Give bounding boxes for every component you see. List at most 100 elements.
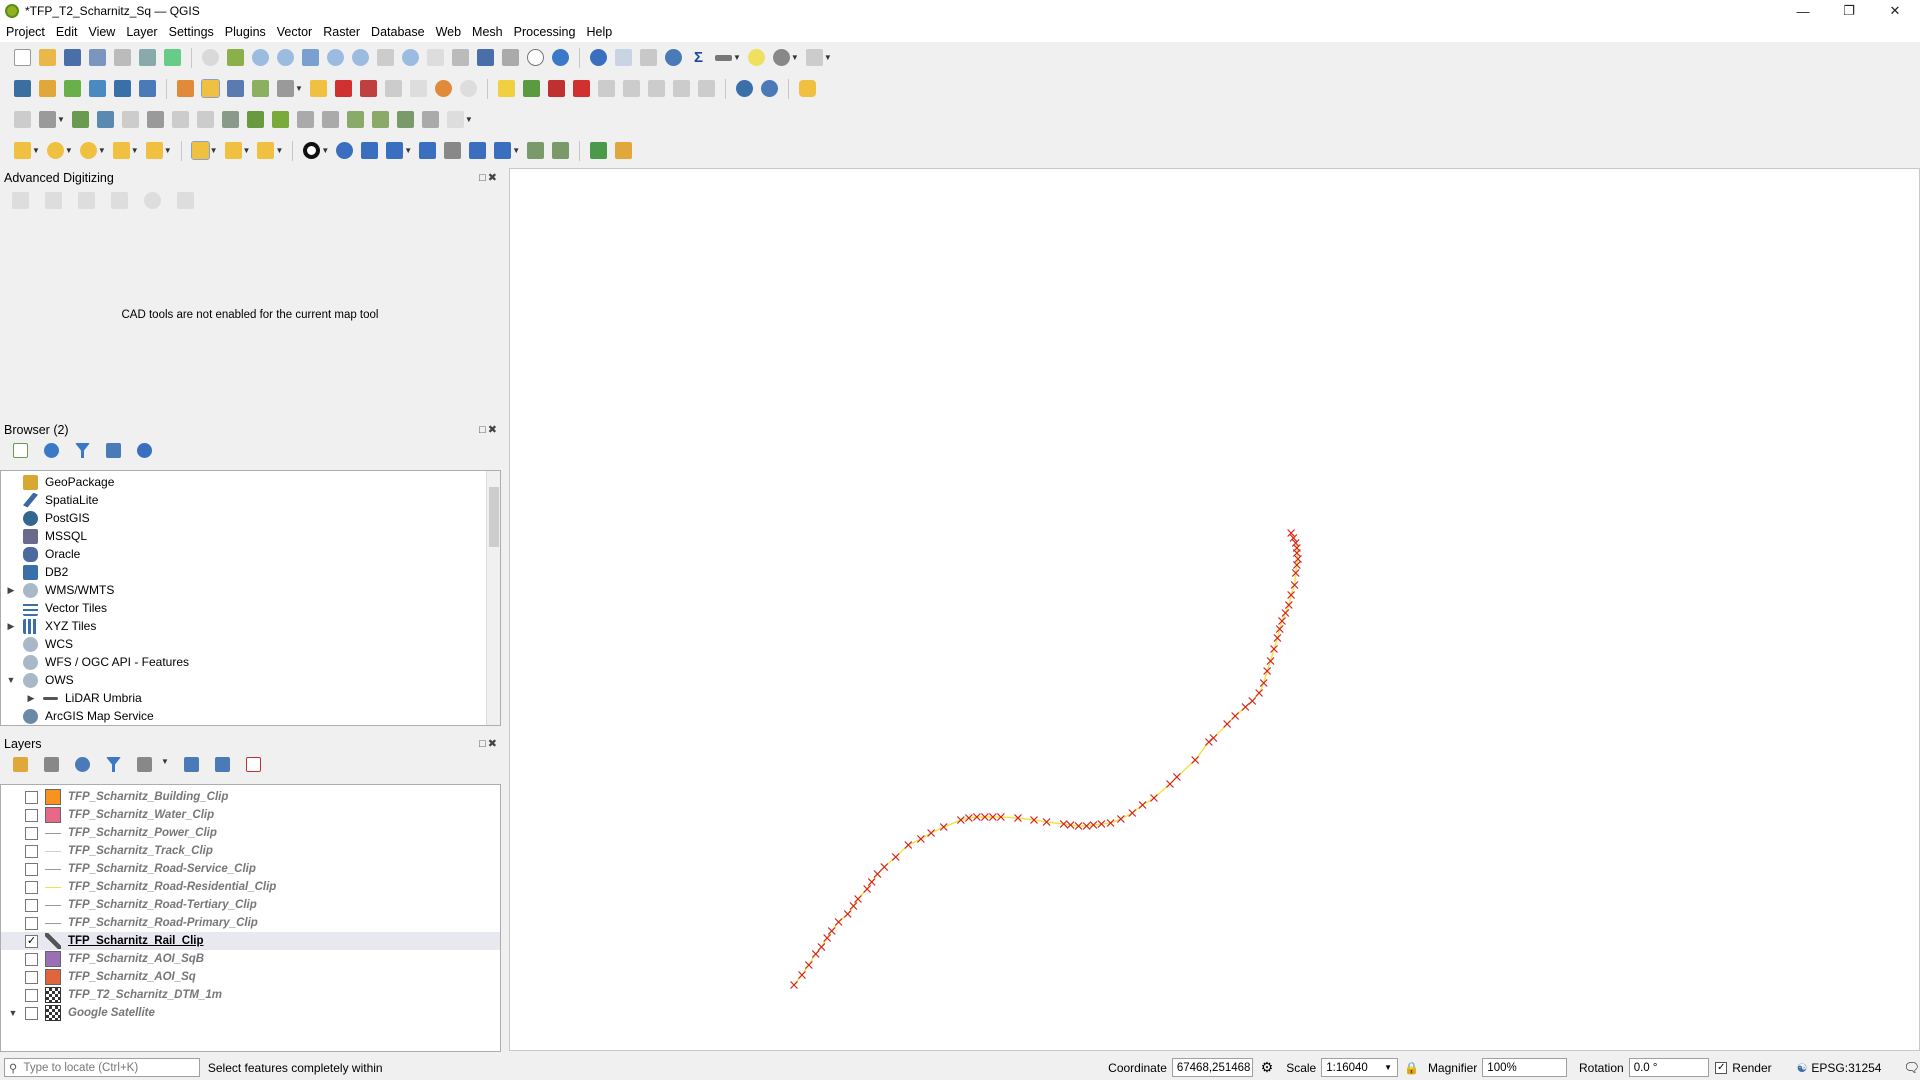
field-calculator-icon[interactable] — [640, 49, 657, 66]
reshape-features-icon[interactable] — [246, 111, 264, 128]
menu-layer[interactable]: Layer — [126, 25, 157, 39]
statistical-summary-icon[interactable]: Σ — [690, 49, 707, 66]
vertex-marker[interactable] — [880, 863, 889, 871]
identify-features-icon[interactable] — [590, 49, 607, 66]
zoom-in-icon[interactable] — [252, 49, 269, 66]
modify-attributes-icon[interactable] — [309, 80, 327, 97]
topological-editing-icon[interactable] — [386, 142, 404, 159]
vertex-marker[interactable] — [891, 853, 900, 861]
scrollbar-thumb[interactable] — [489, 487, 499, 547]
panel-float-close-buttons[interactable]: □✖ — [479, 737, 499, 750]
expand-arrow-icon[interactable]: ▶ — [5, 585, 17, 596]
pan-to-selection-icon[interactable] — [227, 49, 244, 66]
vertex-marker[interactable] — [1255, 689, 1264, 697]
vertex-marker[interactable] — [827, 927, 836, 935]
metasearch-results-icon[interactable] — [760, 80, 778, 97]
deselect-features-icon[interactable] — [257, 142, 275, 159]
browser-item-lidar-umbria[interactable]: ▶ LiDAR Umbria — [25, 689, 142, 707]
redo-icon[interactable] — [459, 80, 477, 97]
tracing-icon[interactable] — [444, 142, 462, 159]
layer-item[interactable]: TFP_Scharnitz_Water_Clip — [1, 806, 500, 824]
save-project-icon[interactable] — [64, 49, 81, 66]
vertex-marker[interactable] — [1138, 801, 1147, 809]
layer-visibility-checkbox[interactable]: ✓ — [25, 934, 38, 948]
split-parts-icon[interactable] — [296, 111, 314, 128]
enable-advanced-digitizing-icon[interactable] — [14, 111, 31, 128]
show-hide-labels-icon[interactable] — [672, 80, 690, 97]
scale-dropdown-icon[interactable]: ▼ — [1384, 1063, 1392, 1072]
layer-visibility-checkbox[interactable] — [25, 970, 38, 984]
vertex-marker[interactable] — [1191, 756, 1200, 764]
snap-to-vertex-icon[interactable] — [336, 142, 354, 159]
locator-search-input[interactable]: ⚲ Type to locate (Ctrl+K) — [4, 1058, 200, 1077]
menu-mesh[interactable]: Mesh — [472, 25, 503, 39]
change-label-icon[interactable] — [647, 80, 665, 97]
lock-scale-icon[interactable]: 🔒 — [1404, 1061, 1419, 1075]
add-rectangle-icon[interactable] — [112, 142, 130, 159]
vertex-marker[interactable] — [798, 971, 806, 979]
cut-features-icon[interactable] — [359, 80, 377, 97]
diagram-icon[interactable] — [522, 80, 540, 97]
browser-item-spatialite[interactable]: SpatiaLite — [23, 491, 98, 509]
vertex-marker[interactable] — [790, 981, 798, 989]
vertex-marker[interactable] — [854, 895, 862, 903]
undo-icon[interactable] — [434, 80, 452, 97]
vertex-marker[interactable] — [867, 878, 876, 886]
processing-toolbox-icon[interactable] — [665, 49, 682, 66]
select-by-value-icon[interactable] — [224, 142, 242, 159]
trim-extend-icon[interactable] — [446, 111, 464, 128]
add-regular-polygon-icon[interactable] — [145, 142, 163, 159]
python-console-icon[interactable] — [798, 80, 816, 97]
layer-item[interactable]: TFP_Scharnitz_Road-Residential_Clip — [1, 878, 500, 896]
browser-item-wms-wmts[interactable]: ▶ WMS/WMTS — [5, 581, 114, 599]
reshape-icon[interactable] — [71, 111, 89, 128]
menu-vector[interactable]: Vector — [277, 25, 312, 39]
vertex-marker[interactable] — [1281, 609, 1290, 617]
vertex-marker[interactable] — [916, 835, 925, 843]
fill-ring-icon[interactable] — [171, 111, 189, 128]
locator-zoom-icon[interactable] — [772, 49, 790, 66]
open-layer-styling-icon[interactable] — [13, 757, 28, 772]
tolerance-icon[interactable] — [469, 142, 487, 159]
new-virtual-layer-icon[interactable] — [139, 80, 156, 97]
vertex-marker[interactable] — [1248, 697, 1257, 705]
layer-item[interactable]: TFP_Scharnitz_AOI_SqB — [1, 950, 500, 968]
vertex-marker[interactable] — [1223, 720, 1232, 728]
browser-item-postgis[interactable]: PostGIS — [23, 509, 90, 527]
new-map-view-icon[interactable] — [452, 49, 469, 66]
vertex-marker[interactable] — [823, 934, 832, 942]
browser-item-arcgis-map-service[interactable]: ArcGIS Map Service — [23, 707, 154, 725]
layer-visibility-checkbox[interactable] — [25, 844, 38, 858]
layer-visibility-checkbox[interactable] — [25, 808, 38, 822]
measure-icon[interactable] — [715, 54, 732, 61]
vertex-marker[interactable] — [811, 950, 820, 958]
rail-line-feature[interactable] — [793, 532, 1299, 986]
zoom-to-selection-icon[interactable] — [327, 49, 344, 66]
vertex-marker[interactable] — [1166, 780, 1174, 788]
expand-all-icon[interactable] — [183, 757, 199, 772]
text-annotation-icon[interactable] — [805, 49, 823, 66]
filter-legend-icon[interactable] — [106, 757, 121, 772]
rotation-spinbox[interactable]: 0.0 ° — [1628, 1058, 1710, 1077]
layer-item[interactable]: TFP_Scharnitz_Building_Clip — [1, 788, 500, 806]
highlight-labels-icon[interactable] — [572, 80, 590, 97]
browser-item-oracle[interactable]: Oracle — [23, 545, 80, 563]
zoom-native-icon[interactable] — [377, 49, 394, 66]
layer-item[interactable]: TFP_Scharnitz_Road-Primary_Clip — [1, 914, 500, 932]
menu-processing[interactable]: Processing — [514, 25, 576, 39]
snap-intersection-icon[interactable] — [419, 142, 437, 159]
map-tips-icon[interactable] — [747, 49, 765, 66]
avoid-overlap-icon[interactable] — [552, 142, 570, 159]
move-label-icon[interactable] — [597, 80, 615, 97]
add-part-icon[interactable] — [146, 111, 164, 128]
merge-features-icon[interactable] — [321, 111, 339, 128]
snapping-options-icon[interactable] — [527, 142, 545, 159]
add-group-icon[interactable] — [44, 757, 59, 772]
layer-visibility-checkbox[interactable] — [25, 862, 38, 876]
zoom-next-icon[interactable] — [427, 49, 444, 66]
menu-raster[interactable]: Raster — [323, 25, 360, 39]
cad-settings-icon[interactable] — [177, 192, 194, 209]
zoom-last-icon[interactable] — [402, 49, 419, 66]
refresh-icon[interactable] — [552, 49, 569, 66]
new-geopackage-layer-icon[interactable] — [39, 80, 56, 97]
